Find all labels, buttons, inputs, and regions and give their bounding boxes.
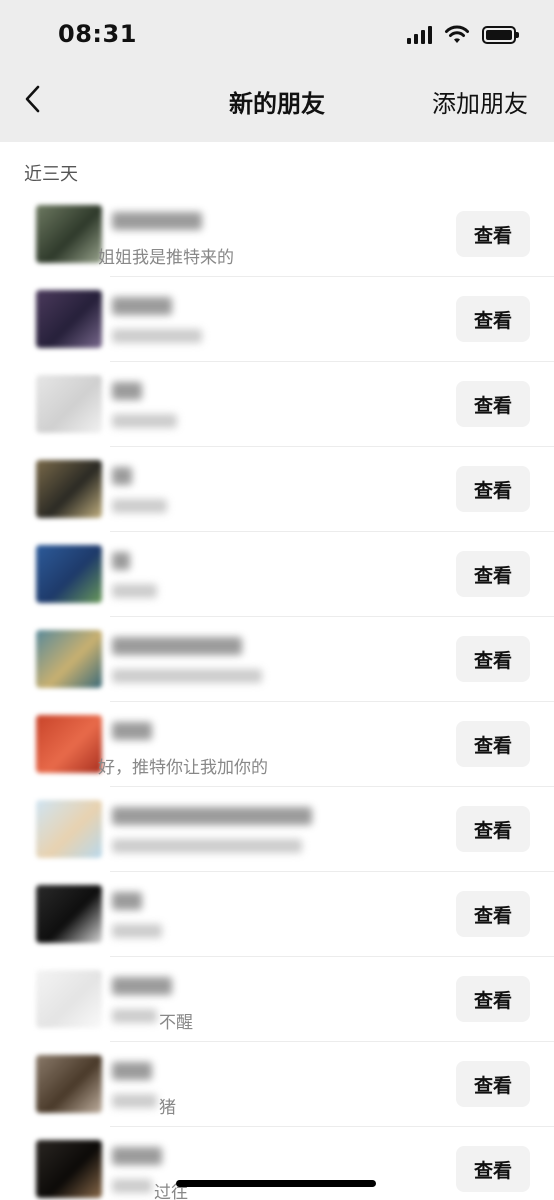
contact-name-redacted (112, 722, 152, 740)
battery-icon (482, 26, 519, 44)
signal-icon (407, 26, 432, 44)
status-icons (407, 24, 519, 46)
avatar (36, 800, 102, 858)
view-button[interactable]: 查看 (456, 636, 530, 682)
view-button[interactable]: 查看 (456, 721, 530, 767)
friend-request-row[interactable]: 查看 (0, 532, 554, 617)
view-button[interactable]: 查看 (456, 1061, 530, 1107)
friend-request-row[interactable]: 查看 (0, 787, 554, 872)
message-redacted (112, 1094, 157, 1108)
contact-name-redacted (112, 892, 142, 910)
friend-request-list: 姐姐我是推特来的 查看 查看 查看 查看 查看 查看 好，推特你让我加你的 查看 查看 查看 不醒 查看… (0, 192, 554, 1200)
avatar (36, 885, 102, 943)
request-message: 猪 (159, 1098, 176, 1118)
contact-name-redacted (112, 1062, 152, 1080)
avatar (36, 715, 102, 773)
contact-name-redacted (112, 807, 312, 825)
message-redacted (112, 499, 167, 513)
section-header: 近三天 (24, 164, 78, 185)
friend-request-row[interactable]: 查看 (0, 617, 554, 702)
status-time: 08:31 (58, 20, 137, 48)
contact-name-redacted (112, 1147, 162, 1165)
friend-request-row[interactable]: 过往 查看 (0, 1127, 554, 1200)
avatar (36, 1140, 102, 1198)
add-friend-button[interactable]: 添加朋友 (432, 84, 528, 119)
friend-request-row[interactable]: 好，推特你让我加你的 查看 (0, 702, 554, 787)
friend-request-row[interactable]: 查看 (0, 447, 554, 532)
view-button[interactable]: 查看 (456, 296, 530, 342)
friend-request-row[interactable]: 查看 (0, 277, 554, 362)
friend-request-row[interactable]: 猪 查看 (0, 1042, 554, 1127)
new-friends-screen: 08:31 新的朋友 添加朋友 近三天 姐姐我是推特来的 查看 查看 查看 查看 查看 查看… (0, 0, 554, 1200)
avatar (36, 290, 102, 348)
header-bar: 08:31 新的朋友 添加朋友 (0, 0, 554, 142)
message-redacted (112, 584, 157, 598)
message-redacted (112, 1179, 152, 1193)
contact-name-redacted (112, 212, 202, 230)
message-redacted (112, 669, 262, 683)
contact-name-redacted (112, 977, 172, 995)
request-message: 不醒 (159, 1013, 193, 1033)
view-button[interactable]: 查看 (456, 551, 530, 597)
message-redacted (112, 924, 162, 938)
message-redacted (112, 839, 302, 853)
chevron-left-icon (25, 85, 40, 113)
contact-name-redacted (112, 297, 172, 315)
friend-request-row[interactable]: 姐姐我是推特来的 查看 (0, 192, 554, 277)
view-button[interactable]: 查看 (456, 211, 530, 257)
contact-name-redacted (112, 382, 142, 400)
avatar (36, 1055, 102, 1113)
wifi-icon (445, 25, 469, 43)
home-indicator (176, 1180, 376, 1187)
avatar (36, 970, 102, 1028)
avatar (36, 545, 102, 603)
back-button[interactable] (16, 82, 50, 116)
contact-name-redacted (112, 467, 132, 485)
avatar (36, 460, 102, 518)
friend-request-row[interactable]: 查看 (0, 362, 554, 447)
friend-request-row[interactable]: 查看 (0, 872, 554, 957)
message-redacted (112, 1009, 157, 1023)
view-button[interactable]: 查看 (456, 381, 530, 427)
view-button[interactable]: 查看 (456, 466, 530, 512)
contact-name-redacted (112, 552, 130, 570)
message-redacted (112, 329, 202, 343)
view-button[interactable]: 查看 (456, 891, 530, 937)
view-button[interactable]: 查看 (456, 806, 530, 852)
avatar (36, 375, 102, 433)
view-button[interactable]: 查看 (456, 1146, 530, 1192)
avatar (36, 630, 102, 688)
message-redacted (112, 414, 177, 428)
request-message: 好，推特你让我加你的 (98, 758, 268, 778)
view-button[interactable]: 查看 (456, 976, 530, 1022)
contact-name-redacted (112, 637, 242, 655)
friend-request-row[interactable]: 不醒 查看 (0, 957, 554, 1042)
request-message: 姐姐我是推特来的 (98, 248, 234, 268)
avatar (36, 205, 102, 263)
